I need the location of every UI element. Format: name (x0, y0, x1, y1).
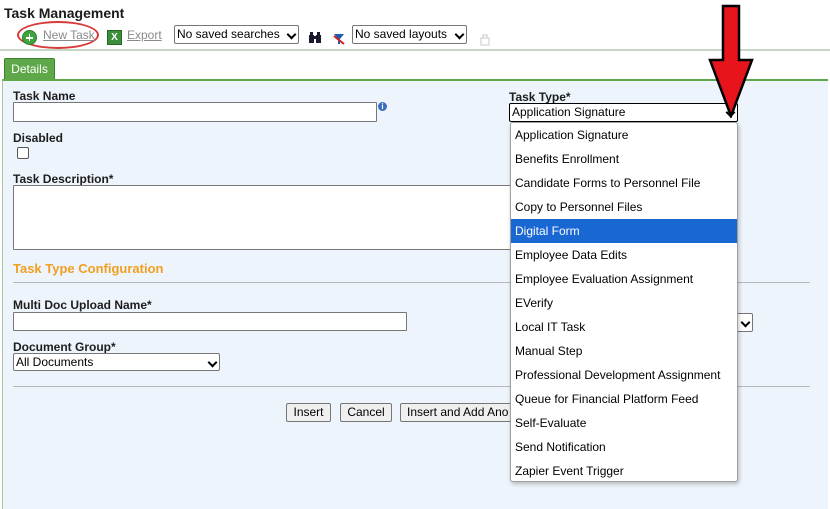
task-name-label: Task Name (13, 89, 76, 103)
cancel-button[interactable]: Cancel (340, 403, 392, 422)
dropdown-option[interactable]: Zapier Event Trigger (511, 459, 737, 483)
task-type-config-heading: Task Type Configuration (13, 261, 164, 276)
saved-layouts-select[interactable]: No saved layouts (352, 25, 467, 44)
new-task-link[interactable]: New Task (43, 28, 95, 42)
clear-filter-icon[interactable] (333, 33, 345, 45)
binoculars-icon[interactable] (308, 32, 322, 44)
dropdown-option-selected[interactable]: Digital Form (511, 219, 737, 243)
dropdown-option[interactable]: Queue for Financial Platform Feed (511, 387, 737, 411)
dropdown-option[interactable]: Application Signature (511, 123, 737, 147)
dropdown-option[interactable]: Candidate Forms to Personnel File (511, 171, 737, 195)
task-description-textarea[interactable] (13, 185, 513, 250)
chevron-down-icon (286, 29, 297, 40)
toolbar-divider (0, 49, 830, 51)
dropdown-option[interactable]: Benefits Enrollment (511, 147, 737, 171)
saved-layouts-value: No saved layouts (355, 27, 448, 41)
add-circle-icon[interactable] (22, 30, 37, 45)
task-description-label: Task Description* (13, 172, 114, 186)
document-group-value: All Documents (16, 355, 94, 369)
dropdown-option[interactable]: EVerify (511, 291, 737, 315)
dropdown-option[interactable]: Professional Development Assignment (511, 363, 737, 387)
chevron-down-icon (740, 317, 751, 328)
annotation-arrow (708, 4, 754, 118)
task-type-select[interactable]: Application Signature (509, 103, 738, 122)
dropdown-option[interactable]: Self-Evaluate (511, 411, 737, 435)
export-link[interactable]: Export (127, 28, 162, 42)
tab-details[interactable]: Details (4, 58, 55, 79)
task-type-value: Application Signature (512, 105, 626, 119)
document-group-label: Document Group* (13, 340, 116, 354)
task-name-input[interactable] (13, 102, 377, 122)
disabled-tool-icon (480, 34, 490, 46)
document-group-select[interactable]: All Documents (13, 353, 220, 371)
insert-add-another-button[interactable]: Insert and Add Ano (400, 403, 512, 422)
excel-icon[interactable]: X (107, 30, 122, 45)
dropdown-option[interactable]: Manual Step (511, 339, 737, 363)
multi-doc-label: Multi Doc Upload Name* (13, 298, 152, 312)
disabled-checkbox[interactable] (17, 147, 29, 159)
dropdown-option[interactable]: Send Notification (511, 435, 737, 459)
page-title: Task Management (4, 5, 125, 21)
disabled-label: Disabled (13, 131, 64, 145)
insert-button[interactable]: Insert (286, 403, 331, 422)
dropdown-option[interactable]: Copy to Personnel Files (511, 195, 737, 219)
task-type-dropdown: Application Signature Benefits Enrollmen… (510, 122, 738, 482)
dropdown-option[interactable]: Employee Evaluation Assignment (511, 267, 737, 291)
multi-doc-input[interactable] (13, 312, 407, 331)
dropdown-option[interactable]: Local IT Task (511, 315, 737, 339)
dropdown-option[interactable]: Employee Data Edits (511, 243, 737, 267)
saved-searches-value: No saved searches (177, 27, 280, 41)
chevron-down-icon (207, 357, 218, 368)
info-icon[interactable]: i (378, 102, 387, 111)
chevron-down-icon (454, 29, 465, 40)
saved-searches-select[interactable]: No saved searches (174, 25, 299, 44)
task-type-label: Task Type* (509, 90, 571, 104)
